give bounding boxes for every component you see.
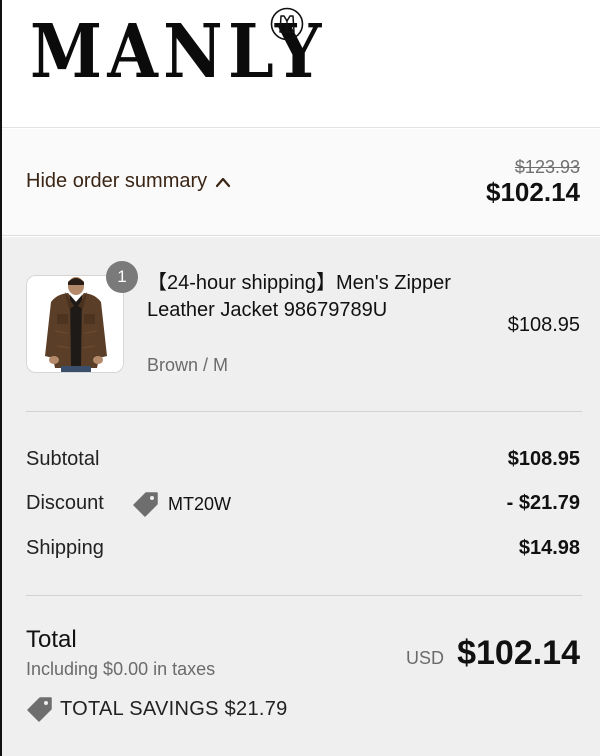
chevron-up-icon [216,177,231,187]
grand-total: $102.14 [457,634,580,672]
product-variant: Brown / M [147,355,229,375]
total-savings: TOTAL SAVINGS $21.79 [26,695,288,723]
currency-code: USD [406,648,445,668]
discount-code: MT20W [168,493,231,514]
summary-toggle-total: $102.14 [486,177,580,207]
checkout-frame: MANLY Hide order summary $123.93 $102.14 [0,0,600,756]
vest-emblem-icon [270,7,304,41]
line-item-divider [26,411,582,412]
compare-at-total: $123.93 [514,157,580,177]
product-thumbnail [26,275,124,373]
discount-value: - $21.79 [506,492,580,514]
total-label: Total [26,626,77,653]
discount-tag-icon [133,492,158,517]
subtotal-label: Subtotal [26,448,100,470]
product-price: $108.95 [507,314,580,336]
discount-label: Discount [26,492,104,514]
totals-divider [26,595,582,596]
discount-code-chip: MT20W [132,490,231,518]
total-savings-text: TOTAL SAVINGS $21.79 [60,697,288,720]
product-title: 【24-hour shipping】Men's Zipper Leather J… [147,272,451,321]
site-header: MANLY [2,0,600,128]
brown-leather-jacket-photo [27,276,123,372]
savings-tag-icon [27,697,52,722]
subtotal-value: $108.95 [507,448,580,470]
shipping-value: $14.98 [518,537,580,559]
brand-logo[interactable]: MANLY [30,12,367,92]
hide-order-summary-button[interactable]: Hide order summary [26,170,231,193]
hide-order-summary-label: Hide order summary [26,170,208,192]
shipping-label: Shipping [26,537,104,559]
quantity-badge: 1 [106,261,138,293]
tax-note: Including $0.00 in taxes [26,659,216,679]
